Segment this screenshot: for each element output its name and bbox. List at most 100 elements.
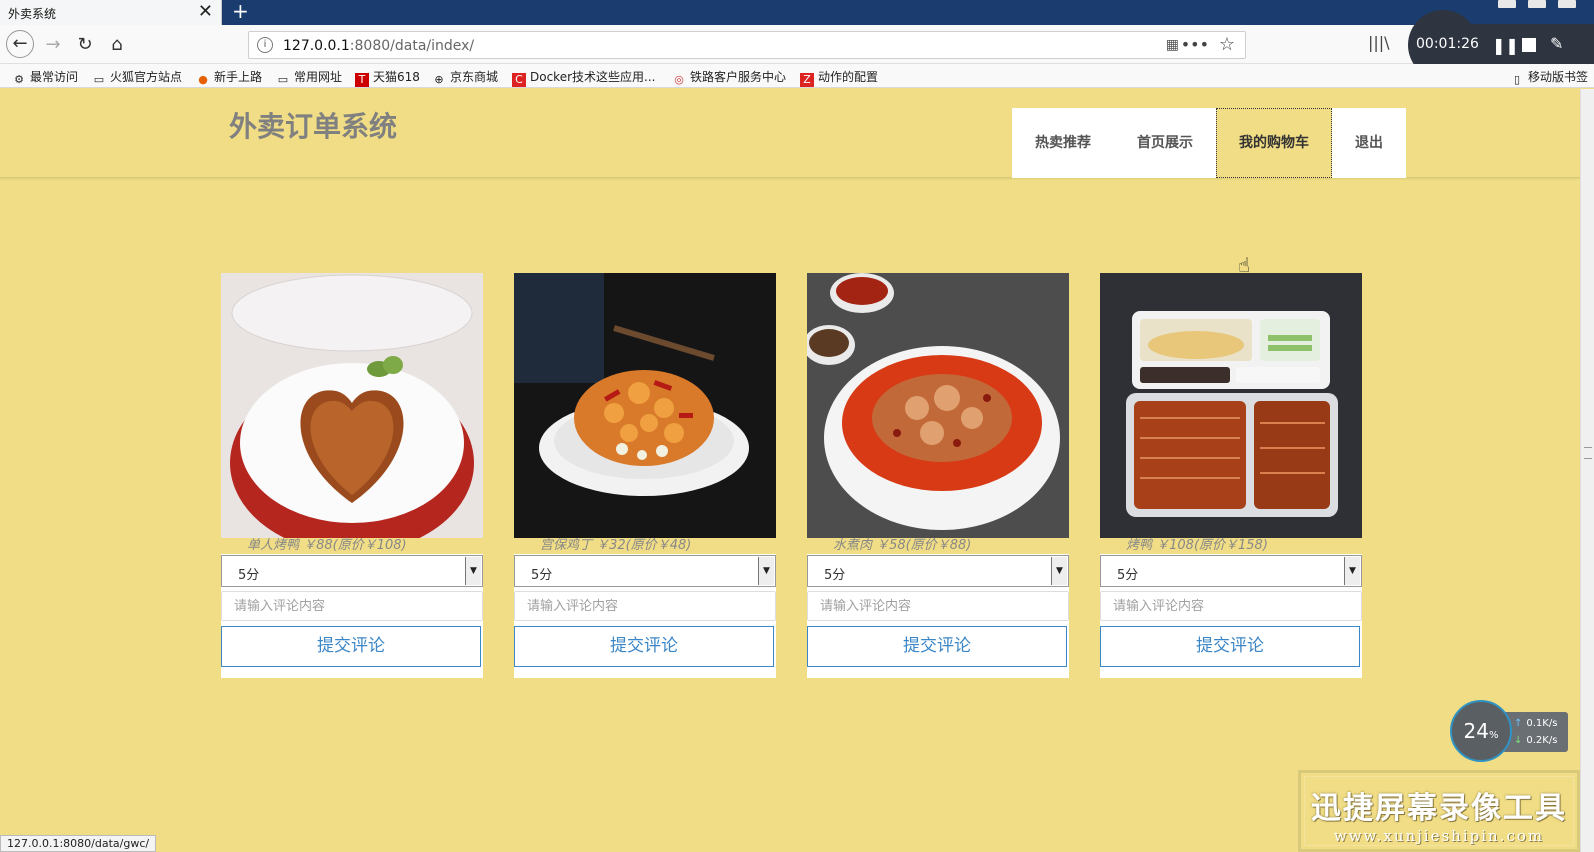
menu-item-logout[interactable]: 退出 bbox=[1332, 108, 1406, 178]
pause-icon[interactable]: ❚❚ bbox=[1492, 36, 1519, 55]
c-icon: C bbox=[512, 73, 526, 87]
submit-comment-button[interactable]: 提交评论 bbox=[1100, 626, 1360, 667]
recorder-time: 00:01:26 bbox=[1416, 36, 1479, 52]
browser-tab-bar: 外卖系统 ✕ + bbox=[0, 0, 1594, 25]
watermark-title: 迅捷屏幕录像工具 bbox=[1311, 791, 1567, 826]
close-window-icon[interactable] bbox=[1558, 0, 1576, 8]
library-icon[interactable]: |||\ bbox=[1368, 33, 1390, 52]
submit-comment-button[interactable]: 提交评论 bbox=[514, 626, 774, 667]
folder-icon: ▭ bbox=[93, 73, 105, 86]
url-text[interactable]: 127.0.0.1:8080/data/index/ bbox=[283, 38, 474, 54]
url-path: :8080/data/index/ bbox=[349, 38, 475, 54]
bookmark-item[interactable]: ▭ 常用网址 bbox=[276, 68, 342, 87]
product-caption: 水煮肉 ￥58(原价￥88) bbox=[807, 538, 1069, 554]
download-speed: ↓ 0.2K/s bbox=[1514, 732, 1568, 749]
bookmark-label: 火狐官方站点 bbox=[110, 70, 183, 84]
bookmark-label: 天猫618 bbox=[373, 70, 420, 84]
dropdown-arrow-icon[interactable]: ▼ bbox=[1051, 557, 1067, 585]
bookmark-label: Docker技术这些应用... bbox=[530, 70, 656, 84]
recorder-watermark: 迅捷屏幕录像工具 www.xunjieshipin.com bbox=[1298, 770, 1580, 852]
submit-comment-button[interactable]: 提交评论 bbox=[221, 626, 481, 667]
bookmark-item[interactable]: ● 新手上路 bbox=[196, 68, 262, 87]
bookmark-label: 最常访问 bbox=[30, 70, 79, 84]
status-bar-url: 127.0.0.1:8080/data/gwc/ bbox=[0, 835, 157, 852]
menu-item-hot[interactable]: 热卖推荐 bbox=[1012, 108, 1114, 178]
window-controls bbox=[1498, 0, 1576, 8]
bookmark-item[interactable]: ⊕ 京东商城 bbox=[432, 68, 498, 87]
mobile-bookmarks[interactable]: ▯ 移动版书签 bbox=[1510, 68, 1588, 87]
z-icon: Z bbox=[800, 73, 814, 87]
submit-comment-button[interactable]: 提交评论 bbox=[807, 626, 1067, 667]
rating-select[interactable]: 5分 ▼ bbox=[1100, 555, 1362, 587]
stop-icon[interactable] bbox=[1522, 38, 1536, 52]
qr-code-icon[interactable]: ▦ bbox=[1166, 37, 1179, 53]
dropdown-arrow-icon[interactable]: ▼ bbox=[1344, 557, 1360, 585]
bookmark-item[interactable]: C Docker技术这些应用... bbox=[512, 68, 655, 87]
comment-input[interactable] bbox=[514, 591, 776, 621]
bookmark-label: 新手上路 bbox=[214, 70, 263, 84]
pen-icon[interactable]: ✎ bbox=[1550, 34, 1563, 53]
upload-speed: ↑ 0.1K/s bbox=[1514, 715, 1568, 732]
close-tab-icon[interactable]: ✕ bbox=[198, 2, 213, 22]
browser-tab[interactable]: 外卖系统 ✕ bbox=[0, 0, 222, 25]
globe-icon: ⊕ bbox=[434, 73, 444, 86]
rating-select[interactable]: 5分 ▼ bbox=[514, 555, 776, 587]
menu-item-home[interactable]: 首页展示 bbox=[1114, 108, 1216, 178]
food-image[interactable] bbox=[1100, 273, 1362, 538]
main-menu: 热卖推荐 首页展示 我的购物车 退出 bbox=[1012, 108, 1406, 178]
rating-select[interactable]: 5分 ▼ bbox=[221, 555, 483, 587]
upload-arrow-icon: ↑ bbox=[1514, 718, 1523, 729]
url-bar[interactable]: i 127.0.0.1:8080/data/index/ ▦ ••• ☆ bbox=[248, 31, 1246, 59]
menu-item-cart[interactable]: 我的购物车 bbox=[1216, 108, 1332, 178]
bookmark-label: 铁路客户服务中心 bbox=[690, 70, 787, 84]
product-card: 单人烤鸭 ￥88(原价￥108) 5分 ▼ 提交评论 bbox=[221, 273, 483, 678]
bookmark-item[interactable]: ◎ 铁路客户服务中心 bbox=[672, 68, 786, 87]
food-image[interactable] bbox=[807, 273, 1069, 538]
maximize-icon[interactable] bbox=[1528, 0, 1546, 8]
food-image[interactable] bbox=[514, 273, 776, 538]
food-image[interactable] bbox=[221, 273, 483, 538]
product-card: 水煮肉 ￥58(原价￥88) 5分 ▼ 提交评论 bbox=[807, 273, 1069, 678]
download-value: 0.2 bbox=[1526, 735, 1543, 746]
bookmark-label: 京东商城 bbox=[450, 70, 499, 84]
site-info-icon[interactable]: i bbox=[257, 37, 273, 53]
url-host: 127.0.0.1 bbox=[283, 38, 350, 54]
bookmark-star-icon[interactable]: ☆ bbox=[1219, 34, 1235, 55]
rating-value: 5分 bbox=[531, 568, 553, 583]
cpu-percent-circle: 24% bbox=[1450, 700, 1512, 762]
reload-icon[interactable]: ↻ bbox=[72, 32, 98, 58]
firefox-icon: ● bbox=[198, 73, 208, 86]
bookmark-item[interactable]: T 天猫618 bbox=[355, 68, 420, 87]
rail-icon: ◎ bbox=[674, 73, 684, 86]
forward-arrow-icon[interactable]: → bbox=[40, 32, 66, 58]
vertical-scrollbar[interactable] bbox=[1580, 89, 1594, 852]
cpu-percent: 24 bbox=[1463, 719, 1489, 743]
minimize-icon[interactable] bbox=[1498, 0, 1516, 8]
bookmark-item[interactable]: Z 动作的配置 bbox=[800, 68, 878, 87]
rating-value: 5分 bbox=[824, 568, 846, 583]
scrollbar-grip[interactable] bbox=[1584, 447, 1592, 459]
site-header: 外卖订单系统 热卖推荐 首页展示 我的购物车 退出 bbox=[0, 89, 1580, 178]
phone-icon: ▯ bbox=[1513, 73, 1521, 86]
more-actions-icon[interactable]: ••• bbox=[1181, 35, 1209, 54]
upload-value: 0.1 bbox=[1526, 718, 1543, 729]
tab-title: 外卖系统 bbox=[8, 7, 57, 21]
download-arrow-icon: ↓ bbox=[1514, 735, 1523, 746]
bookmark-item[interactable]: ▭ 火狐官方站点 bbox=[92, 68, 182, 87]
comment-input[interactable] bbox=[221, 591, 483, 621]
network-speed-widget: ↑ 0.1K/s ↓ 0.2K/s 24% bbox=[1450, 700, 1568, 762]
new-tab-button[interactable]: + bbox=[232, 0, 249, 22]
dropdown-arrow-icon[interactable]: ▼ bbox=[465, 557, 481, 585]
rating-select[interactable]: 5分 ▼ bbox=[807, 555, 1069, 587]
comment-input[interactable] bbox=[807, 591, 1069, 621]
bookmark-item[interactable]: ⚙ 最常访问 bbox=[12, 68, 78, 87]
home-icon[interactable]: ⌂ bbox=[104, 32, 130, 58]
folder-icon: ▭ bbox=[277, 73, 289, 86]
product-caption: 单人烤鸭 ￥88(原价￥108) bbox=[221, 538, 483, 554]
dropdown-arrow-icon[interactable]: ▼ bbox=[758, 557, 774, 585]
rating-value: 5分 bbox=[238, 568, 260, 583]
browser-toolbar: ← → ↻ ⌂ i 127.0.0.1:8080/data/index/ ▦ •… bbox=[0, 25, 1594, 64]
back-arrow-icon[interactable]: ← bbox=[6, 30, 34, 58]
comment-input[interactable] bbox=[1100, 591, 1362, 621]
site-title: 外卖订单系统 bbox=[229, 110, 398, 143]
